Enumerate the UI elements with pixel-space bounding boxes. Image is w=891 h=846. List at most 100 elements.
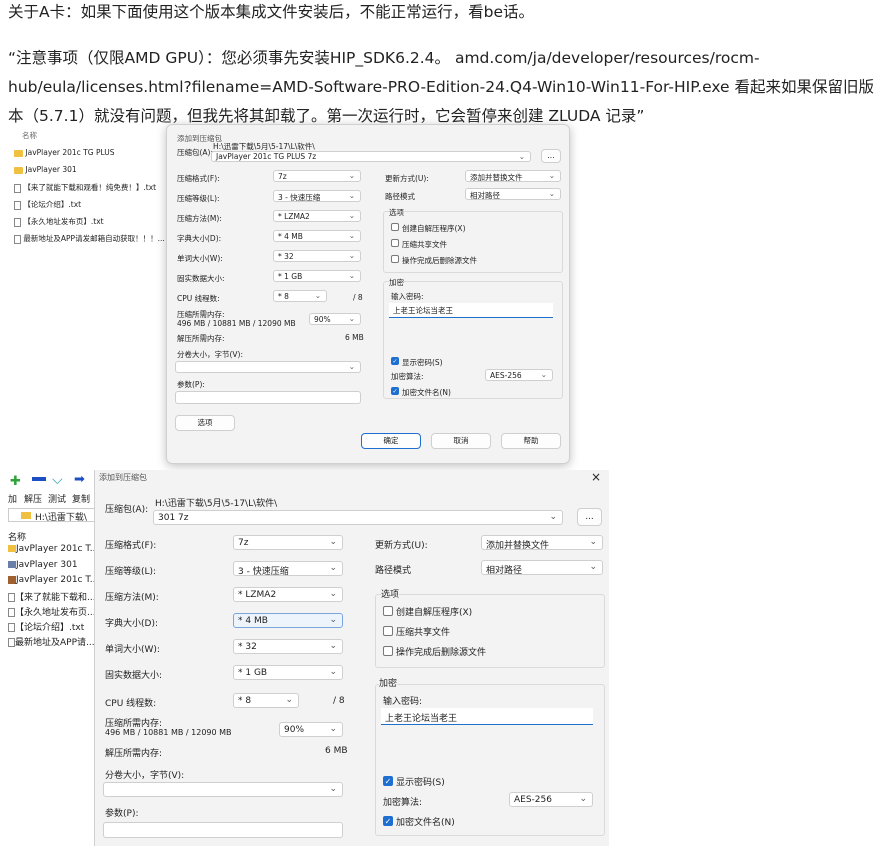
method-select[interactable]: * LZMA2 ⌄ [273, 210, 361, 222]
shared-checkbox[interactable] [391, 239, 399, 247]
show-password-checkbox[interactable]: ✓ [383, 776, 393, 786]
format-select[interactable]: 7z ⌄ [233, 535, 343, 550]
delete-after-checkbox[interactable] [391, 255, 399, 263]
cancel-button[interactable]: 取消 [431, 433, 491, 449]
toolbar-extract-label[interactable]: 解压 [24, 492, 42, 505]
chevron-down-icon: ⌄ [348, 251, 355, 260]
list-item[interactable]: 最新地址及APP请... [8, 635, 95, 648]
method-value: * LZMA2 [278, 212, 310, 221]
level-label: 压缩等级(L): [177, 194, 220, 203]
solid-select[interactable]: * 1 GB ⌄ [233, 665, 343, 680]
format-select[interactable]: 7z ⌄ [273, 170, 361, 182]
chevron-down-icon: ⌄ [348, 211, 355, 220]
file-name: 【论坛介绍】.txt [23, 200, 82, 209]
encryption-group-title: 加密 [379, 676, 398, 689]
text-file-icon [8, 638, 15, 647]
mem-percent-value: 90% [314, 315, 331, 324]
list-item[interactable]: 【永久地址发布页... [8, 605, 96, 618]
ok-button[interactable]: 确定 [361, 433, 421, 449]
list-item[interactable]: 最新地址及APP请发邮箱自动获取！！！... [14, 233, 165, 244]
enc-method-select[interactable]: AES-256 ⌄ [509, 792, 593, 807]
list-item[interactable]: 【来了就能下载和观看！纯免费！】.txt [14, 182, 156, 193]
show-password-checkbox[interactable]: ✓ [391, 357, 399, 365]
browse-button[interactable]: ... [577, 508, 602, 526]
sfx-checkbox[interactable] [383, 606, 393, 616]
test-icon[interactable]: ⌵ [52, 472, 63, 488]
list-item[interactable]: JavPlayer 201c TG PLUS [14, 148, 115, 157]
copy-icon[interactable]: ➡ [74, 472, 85, 487]
level-select[interactable]: 3 - 快速压缩 ⌄ [273, 190, 361, 202]
archive-name-combo[interactable]: JavPlayer 201c TG PLUS 7z ⌄ [211, 151, 531, 162]
update-select[interactable]: 添加并替换文件 ⌄ [465, 170, 561, 182]
word-select[interactable]: * 32 ⌄ [273, 250, 361, 262]
folder-icon [8, 545, 16, 552]
split-select[interactable]: ⌄ [175, 361, 361, 373]
file-name: JavPlayer 201c T... [16, 575, 96, 585]
chevron-down-icon: ⌄ [329, 724, 337, 734]
update-select[interactable]: 添加并替换文件 ⌄ [481, 535, 603, 550]
encrypt-names-label: 加密文件名(N) [396, 818, 455, 828]
note-line-2: hub/eula/licenses.html?filename=AMD-Soft… [8, 78, 875, 96]
method-select[interactable]: * LZMA2 ⌄ [233, 587, 343, 602]
path-mode-select[interactable]: 相对路径 ⌄ [481, 560, 603, 575]
word-select[interactable]: * 32 ⌄ [233, 639, 343, 654]
path-mode-select[interactable]: 相对路径 ⌄ [465, 188, 561, 200]
enc-method-label: 加密算法: [383, 798, 423, 808]
file-name: JavPlayer 201c T... [16, 544, 96, 554]
format-value: 7z [278, 172, 287, 181]
list-item[interactable]: 【永久地址发布页】.txt [14, 216, 104, 227]
cpu-select[interactable]: * 8 ⌄ [273, 290, 327, 302]
show-password-label: 显示密码(S) [402, 358, 443, 367]
chevron-down-icon: ⌄ [285, 695, 293, 705]
add-to-archive-dialog: 添加到压缩包 × 压缩包(A): H:\迅雷下载\5月\5-17\L\软件\ 3… [94, 470, 609, 846]
cpu-select[interactable]: * 8 ⌄ [233, 693, 299, 708]
list-item[interactable]: JavPlayer 301 [8, 560, 78, 570]
browse-button[interactable]: ... [541, 149, 561, 163]
chevron-down-icon: ⌄ [549, 512, 557, 522]
close-icon[interactable]: × [591, 470, 601, 484]
file-name: 最新地址及APP请发邮箱自动获取！！！... [23, 234, 165, 243]
options-button[interactable]: 选项 [175, 415, 235, 431]
encrypt-names-checkbox[interactable]: ✓ [383, 816, 393, 826]
password-value: 上老王论坛当老王 [385, 714, 458, 724]
params-input[interactable] [103, 822, 343, 838]
archive-name-combo[interactable]: 301 7z ⌄ [153, 510, 563, 525]
add-icon[interactable]: ✚ [10, 474, 21, 489]
list-item[interactable]: JavPlayer 301 [14, 165, 77, 174]
archive-icon [8, 561, 16, 568]
extract-icon[interactable] [32, 477, 46, 481]
toolbar-icons: ✚ ⌵ ➡ [8, 472, 98, 489]
file-name: JavPlayer 201c TG PLUS [25, 148, 115, 157]
split-select[interactable]: ⌄ [103, 782, 343, 797]
list-item[interactable]: JavPlayer 201c T... [8, 544, 96, 554]
list-item[interactable]: 【论坛介绍】.txt [8, 620, 84, 633]
list-item[interactable]: JavPlayer 201c T... [8, 575, 96, 585]
encrypt-names-checkbox[interactable]: ✓ [391, 387, 399, 395]
level-select[interactable]: 3 - 快速压缩 ⌄ [233, 561, 343, 576]
solid-select[interactable]: * 1 GB ⌄ [273, 270, 361, 282]
delete-after-checkbox[interactable] [383, 646, 393, 656]
password-input[interactable]: 上老王论坛当老王 [381, 708, 593, 725]
password-input[interactable]: 上老王论坛当老王 [389, 303, 553, 318]
list-item[interactable]: 【来了就能下载和... [8, 590, 96, 603]
list-item[interactable]: 【论坛介绍】.txt [14, 199, 81, 210]
shared-checkbox[interactable] [383, 626, 393, 636]
toolbar-add-label[interactable]: 加 [8, 492, 17, 505]
folder-icon [14, 166, 23, 174]
enc-method-select[interactable]: AES-256 ⌄ [485, 369, 553, 381]
dict-select[interactable]: * 4 MB ⌄ [273, 230, 361, 242]
path-mode-value: 相对路径 [470, 191, 500, 200]
address-bar[interactable]: H:\迅雷下载\ [8, 508, 98, 523]
split-label: 分卷大小，字节(V): [177, 350, 244, 359]
dict-value: * 4 MB [238, 616, 268, 626]
params-input[interactable] [175, 391, 361, 404]
mem-percent-value: 90% [284, 725, 305, 735]
file-name: JavPlayer 301 [16, 560, 78, 570]
mem-percent-select[interactable]: 90% ⌄ [309, 313, 361, 325]
help-button[interactable]: 帮助 [501, 433, 561, 449]
sfx-checkbox[interactable] [391, 223, 399, 231]
toolbar-copy-label[interactable]: 复制 [72, 492, 90, 505]
dict-select[interactable]: * 4 MB ⌄ [233, 613, 343, 628]
mem-percent-select[interactable]: 90% ⌄ [279, 722, 343, 737]
toolbar-test-label[interactable]: 测试 [48, 492, 66, 505]
